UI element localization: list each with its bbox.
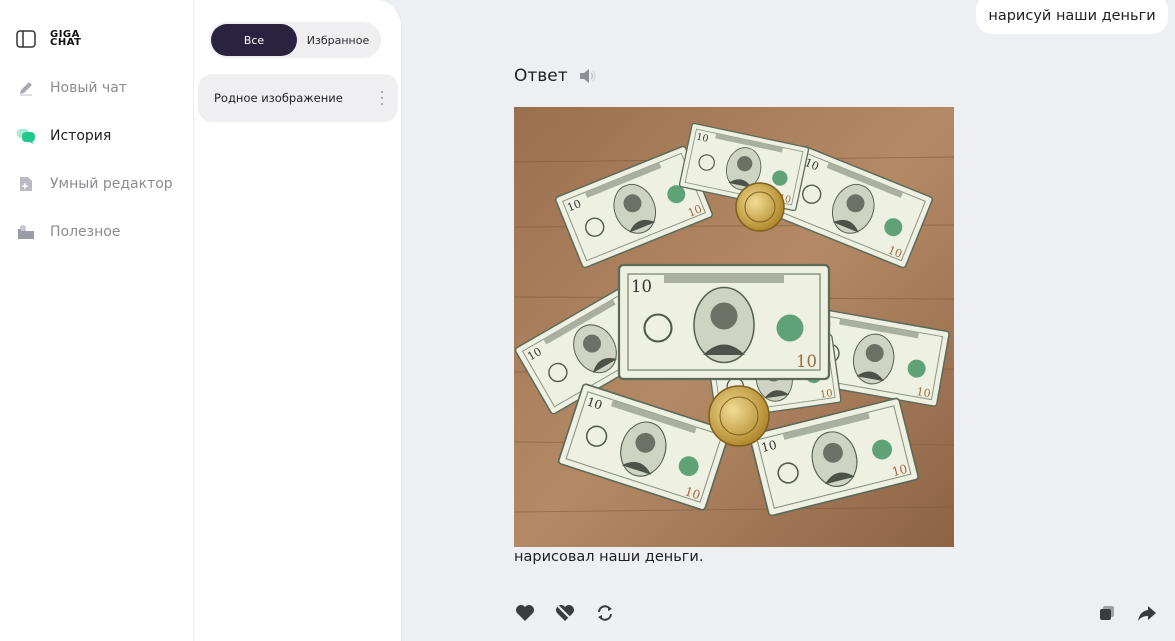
refresh-icon: [598, 605, 612, 621]
nav-item-label: Новый чат: [50, 80, 127, 96]
sidebar-toggle-icon[interactable]: [16, 30, 36, 48]
nav-item-smart-editor[interactable]: Умный редактор: [16, 172, 173, 196]
history-item-title: Родное изображение: [214, 91, 343, 105]
sidebar-nav: GIGA CHAT Новый чат История Умный редакт…: [0, 0, 194, 641]
more-options-icon[interactable]: [380, 91, 384, 105]
heart-icon: [516, 605, 534, 621]
speaker-icon[interactable]: [578, 67, 598, 85]
generated-image[interactable]: 10 10: [514, 107, 954, 547]
like-button[interactable]: [514, 602, 536, 624]
history-item[interactable]: Родное изображение: [198, 74, 398, 122]
answer-header: Ответ: [514, 66, 598, 86]
answer-label: Ответ: [514, 66, 568, 86]
logo[interactable]: GIGA CHAT: [50, 30, 82, 48]
copy-icon: [1100, 606, 1114, 620]
chat-bubbles-icon: [16, 126, 36, 146]
dislike-button[interactable]: [554, 602, 576, 624]
filter-favorites-button[interactable]: Избранное: [297, 24, 379, 56]
broken-heart-icon: [556, 605, 574, 621]
nav-item-label: История: [50, 128, 112, 144]
user-message-text: нарисуй наши деньги: [988, 8, 1156, 24]
nav-item-history[interactable]: История: [16, 124, 111, 148]
share-button[interactable]: [1136, 602, 1158, 624]
nav-item-new-chat[interactable]: Новый чат: [16, 76, 127, 100]
copy-button[interactable]: [1096, 602, 1118, 624]
logo-row: GIGA CHAT: [16, 30, 82, 48]
money-illustration: 10 10: [514, 107, 954, 547]
left-panel: GIGA CHAT Новый чат История Умный редакт…: [0, 0, 402, 641]
nav-item-useful[interactable]: Полезное: [16, 220, 120, 244]
logo-line-2: CHAT: [50, 37, 82, 48]
user-message-bubble: нарисуй наши деньги: [976, 0, 1168, 34]
nav-item-label: Умный редактор: [50, 176, 173, 192]
history-filter-toggle: Все Избранное: [209, 22, 381, 58]
smart-editor-icon: [16, 174, 36, 194]
history-panel: Все Избранное Родное изображение: [195, 0, 402, 641]
filter-all-button[interactable]: Все: [211, 24, 297, 56]
useful-icon: [16, 222, 36, 242]
nav-item-label: Полезное: [50, 224, 121, 240]
regenerate-button[interactable]: [594, 602, 616, 624]
answer-text: нарисовал наши деньги.: [514, 549, 704, 565]
pencil-icon: [16, 78, 36, 98]
share-arrow-icon: [1138, 606, 1156, 621]
